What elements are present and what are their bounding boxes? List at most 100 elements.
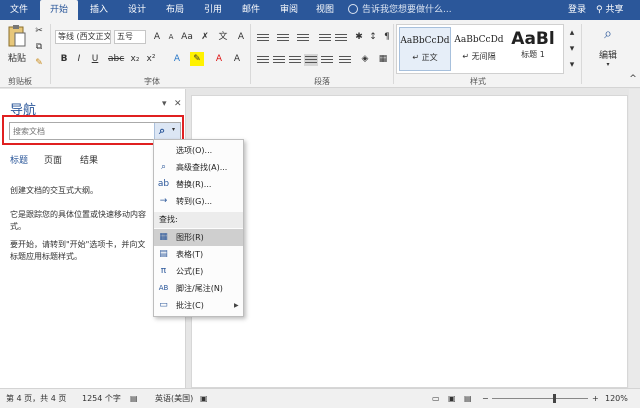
- document-page[interactable]: [191, 95, 628, 388]
- tab-results[interactable]: 结果: [80, 153, 98, 166]
- italic-icon[interactable]: I: [72, 52, 86, 66]
- search-box: ⌕ ▾: [9, 122, 181, 140]
- options-icon: [157, 144, 170, 157]
- menu-item-goto[interactable]: → 转到(G)...: [154, 193, 243, 210]
- chevron-down-icon: ▾: [172, 126, 176, 133]
- styles-scroll-down-icon[interactable]: ▾: [565, 42, 579, 56]
- tab-mailings[interactable]: 邮件: [232, 0, 270, 20]
- change-case-icon[interactable]: Aa: [180, 30, 194, 44]
- menu-item-options[interactable]: 选项(O)...: [154, 142, 243, 159]
- sign-in-link[interactable]: 登录: [568, 0, 586, 20]
- text-effects-icon[interactable]: A: [170, 52, 184, 66]
- char-shading-icon[interactable]: A: [230, 52, 244, 66]
- font-name-combo[interactable]: 等线 (西文正文): [55, 30, 111, 44]
- search-input[interactable]: [13, 125, 153, 137]
- clipboard-group-label: 剪贴板: [8, 77, 32, 86]
- close-icon[interactable]: ✕: [174, 99, 182, 109]
- font-size-combo[interactable]: 五号: [114, 30, 146, 44]
- menu-item-graphics[interactable]: ▦ 图形(R): [154, 229, 243, 246]
- tab-review[interactable]: 审阅: [270, 0, 308, 20]
- superscript-icon[interactable]: x²: [144, 52, 158, 66]
- bold-icon[interactable]: B: [57, 52, 71, 66]
- zoom-in-icon[interactable]: +: [592, 389, 599, 408]
- tab-headings[interactable]: 标题: [10, 153, 28, 166]
- tab-home[interactable]: 开始: [40, 0, 78, 20]
- distributed-icon[interactable]: [320, 54, 334, 66]
- proofing-icon[interactable]: ▤: [130, 389, 138, 408]
- phonetic-icon[interactable]: 文: [216, 30, 230, 44]
- tab-references[interactable]: 引用: [194, 0, 232, 20]
- font-color-icon[interactable]: A: [212, 52, 226, 66]
- tab-view[interactable]: 视图: [306, 0, 344, 20]
- clear-format-icon[interactable]: ✗: [198, 30, 212, 44]
- paste-button[interactable]: 粘贴: [6, 24, 28, 68]
- zoom-out-icon[interactable]: −: [482, 389, 489, 408]
- tab-insert[interactable]: 插入: [80, 0, 118, 20]
- multilevel-list-icon[interactable]: [296, 32, 310, 44]
- underline-icon[interactable]: U: [88, 52, 102, 66]
- search-options-button[interactable]: ⌕ ▾: [154, 123, 180, 139]
- highlight-icon[interactable]: ✎: [190, 52, 204, 66]
- zoom-slider[interactable]: [492, 398, 588, 399]
- grow-font-icon[interactable]: A: [150, 30, 164, 44]
- editing-button[interactable]: ⌕ 编辑 ▾: [586, 26, 630, 68]
- collapse-ribbon-icon[interactable]: ^: [626, 72, 640, 86]
- line-spacing-icon[interactable]: [338, 54, 352, 66]
- align-left-icon[interactable]: [256, 54, 270, 66]
- show-marks-icon[interactable]: ¶: [380, 30, 394, 44]
- style-no-spacing[interactable]: AaBbCcDd ↵ 无间隔: [453, 27, 505, 71]
- tell-me-box[interactable]: 告诉我您想要做什么...: [348, 0, 452, 20]
- style-normal[interactable]: AaBbCcDd ↵ 正文: [399, 27, 451, 71]
- numbering-icon[interactable]: [276, 32, 290, 44]
- format-painter-icon[interactable]: ✎: [32, 56, 46, 70]
- status-bar: 第 4 页，共 4 页 1254 个字 ▤ 英语(美国) ▣ ▭ ▣ ▤ − +…: [0, 388, 640, 408]
- menu-item-footnotes[interactable]: AB 脚注/尾注(N): [154, 280, 243, 297]
- macro-icon[interactable]: ▣: [200, 389, 208, 408]
- language[interactable]: 英语(美国): [155, 389, 193, 408]
- subscript-icon[interactable]: x₂: [128, 52, 142, 66]
- borders-icon[interactable]: ▦: [376, 52, 390, 66]
- shrink-font-icon[interactable]: A: [164, 30, 178, 44]
- styles-more-icon[interactable]: ▾: [565, 58, 579, 72]
- word-count[interactable]: 1254 个字: [82, 389, 121, 408]
- paste-label: 粘贴: [7, 54, 26, 64]
- tab-file[interactable]: 文件: [0, 0, 38, 20]
- menu-item-equations[interactable]: π 公式(E): [154, 263, 243, 280]
- zoom-level[interactable]: 120%: [605, 389, 628, 408]
- shading-icon[interactable]: ◈: [358, 52, 372, 66]
- ribbon-tab-bar: 文件 开始 插入 设计 布局 引用 邮件 审阅 视图 告诉我您想要做什么... …: [0, 0, 640, 20]
- justify-icon[interactable]: [304, 54, 318, 66]
- char-border-icon[interactable]: A: [234, 30, 248, 44]
- search-icon: ⌕: [160, 162, 167, 172]
- strikethrough-icon[interactable]: abc: [108, 52, 124, 66]
- menu-item-comments[interactable]: ▭ 批注(C) ▶: [154, 297, 243, 314]
- align-center-icon[interactable]: [272, 54, 286, 66]
- cut-icon[interactable]: ✂: [32, 24, 46, 38]
- web-layout-icon[interactable]: ▤: [464, 389, 472, 408]
- tab-pages[interactable]: 页面: [44, 153, 62, 166]
- menu-item-label: 表格(T): [176, 250, 204, 259]
- nav-help-text: 式。: [10, 222, 26, 231]
- menu-item-advanced-find[interactable]: ⌕ 高级查找(A)...: [154, 159, 243, 176]
- chinese-layout-icon[interactable]: ✱: [352, 30, 366, 44]
- read-mode-icon[interactable]: ▭: [432, 389, 440, 408]
- bullets-icon[interactable]: [256, 32, 270, 44]
- align-right-icon[interactable]: [288, 54, 302, 66]
- share-button[interactable]: ⚲ 共享: [596, 0, 623, 20]
- document-area: [186, 89, 640, 388]
- tab-design[interactable]: 设计: [118, 0, 156, 20]
- zoom-slider-thumb[interactable]: [553, 394, 556, 403]
- menu-item-replace[interactable]: ab 替换(R)...: [154, 176, 243, 193]
- page-count[interactable]: 第 4 页，共 4 页: [6, 389, 66, 408]
- vertical-scrollbar[interactable]: [629, 89, 640, 388]
- copy-icon[interactable]: ⧉: [32, 40, 46, 54]
- menu-item-tables[interactable]: ▤ 表格(T): [154, 246, 243, 263]
- styles-scroll-up-icon[interactable]: ▴: [565, 26, 579, 40]
- print-layout-icon[interactable]: ▣: [448, 389, 456, 408]
- decrease-indent-icon[interactable]: [318, 32, 332, 44]
- nav-options-icon[interactable]: ▾: [162, 99, 167, 109]
- sort-icon[interactable]: ↕: [366, 30, 380, 44]
- style-heading-1[interactable]: AaBl 标题 1: [507, 27, 559, 71]
- increase-indent-icon[interactable]: [334, 32, 348, 44]
- tab-layout[interactable]: 布局: [156, 0, 194, 20]
